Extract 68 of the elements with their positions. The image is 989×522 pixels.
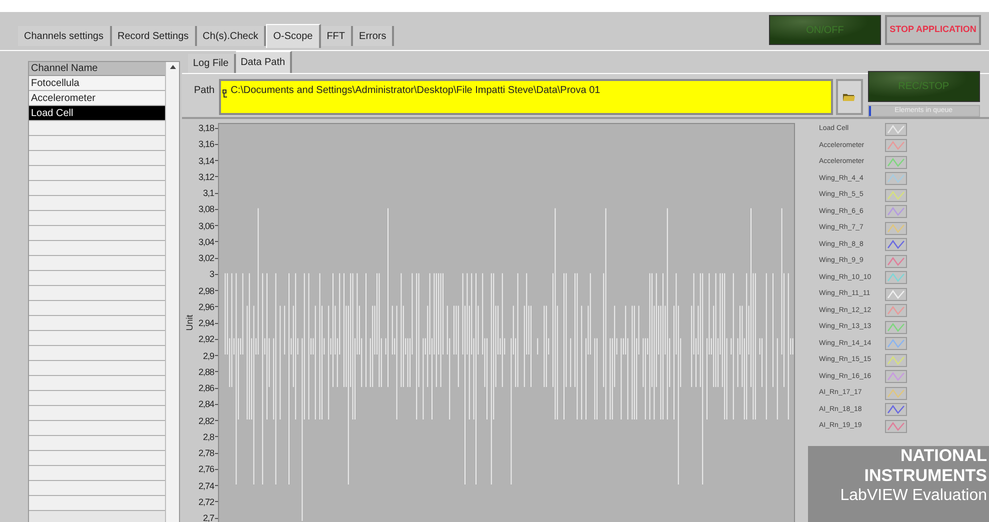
y-tick-label: 2,84 [198, 399, 214, 410]
y-tick-label: 2,98 [198, 286, 214, 296]
y-tick-label: 2,76 [198, 464, 214, 474]
legend-swatch-icon[interactable] [885, 354, 907, 367]
y-tick-label: 2,94 [198, 318, 214, 328]
path-icon [222, 89, 228, 98]
path-label: Path [194, 84, 215, 98]
y-tick-label: 2,78 [198, 448, 214, 458]
y-tick-label: 2,74 [198, 480, 214, 491]
legend-swatch-icon[interactable] [885, 271, 907, 284]
y-tick-label: 3,04 [198, 236, 214, 247]
legend-swatch-icon[interactable] [885, 188, 907, 202]
legend-swatch-icon[interactable] [885, 122, 907, 136]
folder-icon [843, 92, 856, 102]
y-tick-label: 3,14 [198, 156, 214, 166]
legend-swatch-icon[interactable] [885, 172, 907, 186]
legend-swatch-icon[interactable] [885, 139, 907, 152]
path-field[interactable]: C:\Documents and Settings\Administrator\Desktop\File Impatti Steve\Data\Prova 01 [218, 79, 833, 115]
list-item[interactable]: Load Cell [29, 106, 166, 121]
path-value: C:\Documents and Settings\Administrator\Desktop\File Impatti Steve\Data\Prova 01 [230, 84, 600, 98]
legend-swatch-icon[interactable] [885, 205, 907, 218]
watermark-text: NATIONAL [900, 446, 987, 466]
y-tick-label: 3,08 [198, 204, 214, 214]
tab[interactable]: Channels settings [18, 26, 112, 46]
tab[interactable]: Errors [353, 26, 394, 46]
y-tick-label: 2,92 [198, 334, 214, 344]
list-item[interactable]: Fotocellula [29, 76, 166, 91]
legend-swatch-icon[interactable] [885, 222, 907, 235]
scroll-up-icon[interactable] [170, 65, 176, 69]
tab[interactable]: Record Settings [112, 26, 197, 46]
tab[interactable]: Data Path [236, 51, 292, 73]
list-item[interactable]: Accelerometer [29, 91, 166, 106]
y-tick-label: 2,88 [198, 366, 214, 377]
watermark-text: INSTRUMENTS [864, 466, 987, 486]
legend-swatch-icon[interactable] [885, 403, 907, 416]
tab[interactable]: FFT [320, 26, 354, 46]
legend-swatch-icon[interactable] [885, 254, 907, 268]
legend-swatch-icon[interactable] [885, 320, 907, 334]
y-axis-label: Unit [183, 314, 196, 331]
y-tick-label: 2,86 [198, 383, 214, 394]
tab[interactable]: O-Scope [266, 24, 321, 48]
legend-swatch-icon[interactable] [885, 156, 907, 169]
y-tick-label: 3,06 [198, 220, 214, 231]
legend-swatch-icon[interactable] [885, 386, 907, 400]
y-tick-label: 3,12 [198, 172, 214, 182]
browse-button[interactable] [836, 79, 863, 115]
y-tick-label: 2,9 [202, 350, 214, 361]
watermark-text: LabVIEW Evaluation [840, 486, 987, 506]
tab[interactable]: Log File [188, 54, 236, 73]
legend-swatch-icon[interactable] [885, 420, 907, 433]
legend-swatch-icon[interactable] [885, 304, 907, 318]
legend-swatch-icon[interactable] [885, 288, 907, 301]
y-tick-label: 2,96 [198, 302, 214, 312]
y-tick-label: 2,8 [202, 432, 214, 442]
y-tick-label: 3,18 [198, 123, 214, 134]
y-tick-label: 3,16 [198, 139, 214, 150]
y-tick-label: 2,72 [198, 496, 214, 507]
y-tick-label: 3,02 [198, 253, 214, 264]
legend-swatch-icon[interactable] [885, 238, 907, 252]
legend-swatch-icon[interactable] [885, 370, 907, 384]
y-tick-label: 3 [209, 269, 214, 280]
y-tick-label: 2,7 [202, 513, 214, 522]
y-tick-label: 3,1 [202, 188, 214, 198]
y-tick-label: 2,82 [198, 416, 214, 426]
scrollbar[interactable] [165, 62, 179, 522]
legend-swatch-icon[interactable] [885, 337, 907, 350]
column-header: Channel Name [29, 62, 166, 76]
tab[interactable]: Ch(s).Check [196, 26, 266, 46]
